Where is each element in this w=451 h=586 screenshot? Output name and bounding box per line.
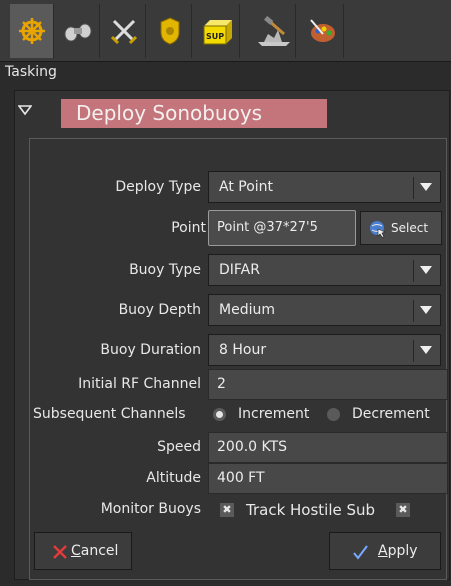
track-hostile-sub-label: Track Hostile Sub [246,501,376,519]
buoy-duration-dropdown[interactable]: 8 Hour [208,334,441,366]
dropdown-separator [413,260,414,282]
ship-construction-icon[interactable] [252,4,296,58]
decrement-label: Decrement [352,406,430,422]
altitude-label: Altitude [146,470,201,486]
buoy-duration-label: Buoy Duration [100,342,201,358]
track-hostile-sub-checkbox[interactable]: ✖ [396,503,410,517]
cancel-mnemonic: C [71,543,81,559]
panel-title: Deploy Sonobuoys [61,99,327,128]
dropdown-separator [413,300,414,322]
chevron-down-icon [420,266,432,274]
deploy-type-dropdown[interactable]: At Point [208,171,441,203]
point-value: Point @37*27'5 [217,220,318,235]
buoy-duration-value: 8 Hour [219,342,267,358]
globe-pointer-icon [370,221,386,238]
binoculars-icon[interactable] [56,4,100,58]
collapse-triangle-icon[interactable] [18,103,32,117]
buoy-depth-label: Buoy Depth [118,302,201,318]
crossed-swords-icon[interactable] [102,4,146,58]
buoy-type-dropdown[interactable]: DIFAR [208,254,441,286]
supply-crate-icon[interactable]: SUP [196,4,240,58]
buoy-type-value: DIFAR [219,262,260,278]
altitude-value: 400 FT [217,470,265,486]
buoy-depth-value: Medium [219,302,275,318]
chevron-down-icon [420,183,432,191]
supply-label: SUP [206,32,224,41]
buoy-type-label: Buoy Type [129,262,201,278]
deploy-type-label: Deploy Type [115,179,201,195]
tasking-label: Tasking [5,64,57,80]
initial-rf-channel-value: 2 [217,376,226,392]
artist-palette-icon[interactable] [300,4,344,58]
initial-rf-channel-field[interactable]: 2 [208,369,448,400]
cancel-label: ancel [80,543,119,559]
monitor-buoys-checkbox[interactable]: ✖ [220,503,234,517]
apply-label: pply [387,543,418,559]
helm-wheel-icon[interactable] [10,4,54,58]
subsequent-channels-label: Subsequent Channels [33,406,186,422]
toolbar: SUP [0,0,451,62]
point-field[interactable]: Point @37*27'5 [208,210,356,246]
select-label: Select [391,221,429,235]
point-label: Point [171,220,206,236]
increment-radio[interactable] [213,408,226,421]
dropdown-separator [413,340,414,362]
monitor-buoys-label: Monitor Buoys [100,501,201,517]
dropdown-separator [413,177,414,199]
badge-icon[interactable] [148,4,192,58]
speed-value: 200.0 KTS [217,439,288,455]
speed-field[interactable]: 200.0 KTS [208,432,448,463]
chevron-down-icon [420,346,432,354]
cancel-button[interactable]: Cancel [34,532,132,570]
apply-mnemonic: A [378,543,388,559]
increment-label: Increment [238,406,310,422]
decrement-radio[interactable] [327,408,340,421]
select-point-button[interactable]: Select [360,211,442,245]
checkmark-icon [353,545,368,560]
close-icon [53,545,67,559]
buoy-depth-dropdown[interactable]: Medium [208,294,441,326]
apply-button[interactable]: Apply [329,532,441,570]
chevron-down-icon [420,306,432,314]
initial-rf-channel-label: Initial RF Channel [78,376,201,392]
speed-label: Speed [157,439,201,455]
deploy-type-value: At Point [219,179,274,195]
altitude-field[interactable]: 400 FT [208,463,448,494]
